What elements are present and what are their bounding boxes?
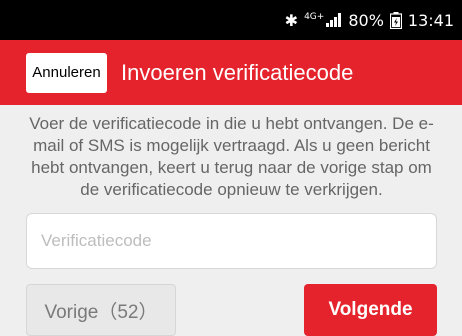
network-type-label: 4G+: [304, 11, 325, 22]
signal-indicator: 4G+: [304, 11, 342, 27]
status-bar: ✱ 4G+ 80% 13:41: [0, 0, 462, 40]
battery-icon: [389, 11, 402, 29]
page-title: Invoeren verificatiecode: [121, 59, 354, 85]
bluetooth-icon: ✱: [284, 10, 299, 30]
signal-icon: [326, 13, 342, 27]
next-button[interactable]: Volgende: [304, 284, 437, 336]
battery-percentage: 80%: [348, 10, 384, 30]
previous-button[interactable]: Vorige（52）: [26, 284, 176, 336]
app-bar: Annuleren Invoeren verificatiecode: [0, 40, 462, 105]
instruction-text: Voer de verificatiecode in die u hebt on…: [29, 114, 434, 199]
cancel-button[interactable]: Annuleren: [26, 52, 107, 93]
clock: 13:41: [407, 10, 454, 30]
verification-code-input[interactable]: [26, 213, 437, 269]
